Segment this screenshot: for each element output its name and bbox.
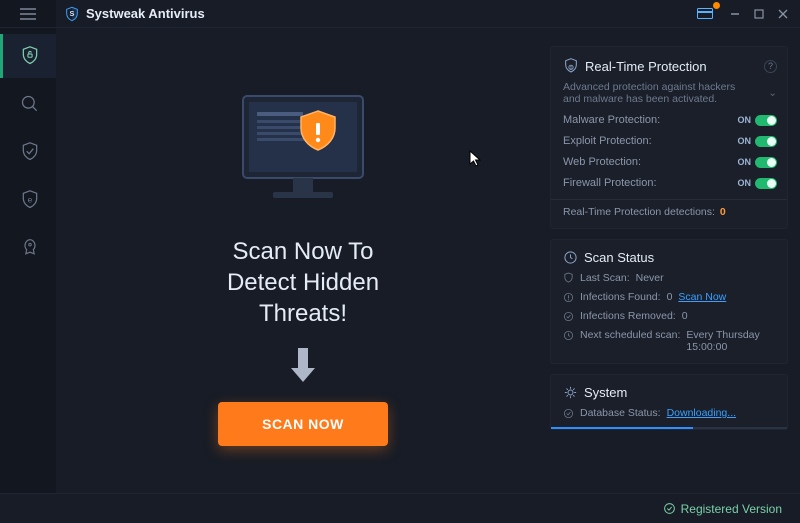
sidebar: e bbox=[0, 28, 56, 493]
svg-text:S: S bbox=[70, 9, 75, 18]
help-icon[interactable]: ? bbox=[764, 60, 777, 73]
rtp-detections: Real-Time Protection detections: 0 bbox=[563, 206, 777, 218]
titlebar: S Systweak Antivirus bbox=[0, 0, 800, 28]
exploit-toggle[interactable] bbox=[755, 136, 777, 147]
malware-toggle[interactable] bbox=[755, 115, 777, 126]
arrow-down-icon bbox=[287, 348, 319, 384]
check-circle-icon bbox=[663, 502, 676, 515]
rtp-title: Real-Time Protection bbox=[585, 59, 707, 74]
download-progress bbox=[551, 427, 787, 429]
db-status-row: Database Status: Downloading... bbox=[563, 407, 777, 419]
web-toggle[interactable] bbox=[755, 157, 777, 168]
scan-now-link[interactable]: Scan Now bbox=[678, 291, 726, 303]
infections-found-row: Infections Found: 0 Scan Now bbox=[563, 291, 777, 303]
system-title: System bbox=[584, 385, 627, 400]
scan-status-panel: Scan Status Last Scan: Never Infections … bbox=[550, 239, 788, 364]
chevron-down-icon: ⌄ bbox=[768, 87, 777, 99]
main-hero: Scan Now To Detect Hidden Threats! SCAN … bbox=[66, 46, 540, 493]
system-panel: System Database Status: Downloading... bbox=[550, 374, 788, 430]
svg-text:e: e bbox=[27, 195, 32, 205]
sidebar-protection[interactable] bbox=[0, 130, 56, 174]
scan-status-title: Scan Status bbox=[584, 250, 654, 265]
realtime-protection-panel: Real-Time Protection ? Advanced protecti… bbox=[550, 46, 788, 229]
footer: Registered Version bbox=[0, 493, 800, 523]
scan-now-button[interactable]: SCAN NOW bbox=[218, 402, 388, 446]
last-scan-row: Last Scan: Never bbox=[563, 272, 777, 284]
close-button[interactable] bbox=[772, 5, 794, 23]
next-scan-row: Next scheduled scan: Every Thursday 15:0… bbox=[563, 329, 777, 353]
sidebar-boost[interactable] bbox=[0, 226, 56, 270]
maximize-button[interactable] bbox=[748, 5, 770, 23]
registered-label: Registered Version bbox=[681, 502, 782, 516]
rtp-description-row[interactable]: Advanced protection against hackers and … bbox=[563, 81, 777, 105]
rtp-item-firewall: Firewall Protection: ON bbox=[563, 177, 777, 189]
app-logo: S Systweak Antivirus bbox=[64, 6, 205, 22]
rtp-item-web: Web Protection: ON bbox=[563, 156, 777, 168]
purchase-icon[interactable] bbox=[694, 5, 716, 23]
infections-removed-row: Infections Removed: 0 bbox=[563, 310, 777, 322]
sidebar-home[interactable] bbox=[0, 34, 56, 78]
scan-status-icon bbox=[563, 250, 578, 265]
firewall-toggle[interactable] bbox=[755, 178, 777, 189]
hamburger-menu[interactable] bbox=[0, 0, 56, 28]
app-title: Systweak Antivirus bbox=[86, 6, 205, 21]
rtp-item-malware: Malware Protection: ON bbox=[563, 114, 777, 126]
sidebar-quarantine[interactable]: e bbox=[0, 178, 56, 222]
system-icon bbox=[563, 385, 578, 400]
minimize-button[interactable] bbox=[724, 5, 746, 23]
rtp-item-exploit: Exploit Protection: ON bbox=[563, 135, 777, 147]
headline: Scan Now To Detect Hidden Threats! bbox=[227, 236, 379, 330]
monitor-illustration bbox=[223, 88, 383, 218]
db-status-value[interactable]: Downloading... bbox=[667, 407, 736, 419]
shield-icon bbox=[563, 57, 579, 75]
sidebar-scan[interactable] bbox=[0, 82, 56, 126]
